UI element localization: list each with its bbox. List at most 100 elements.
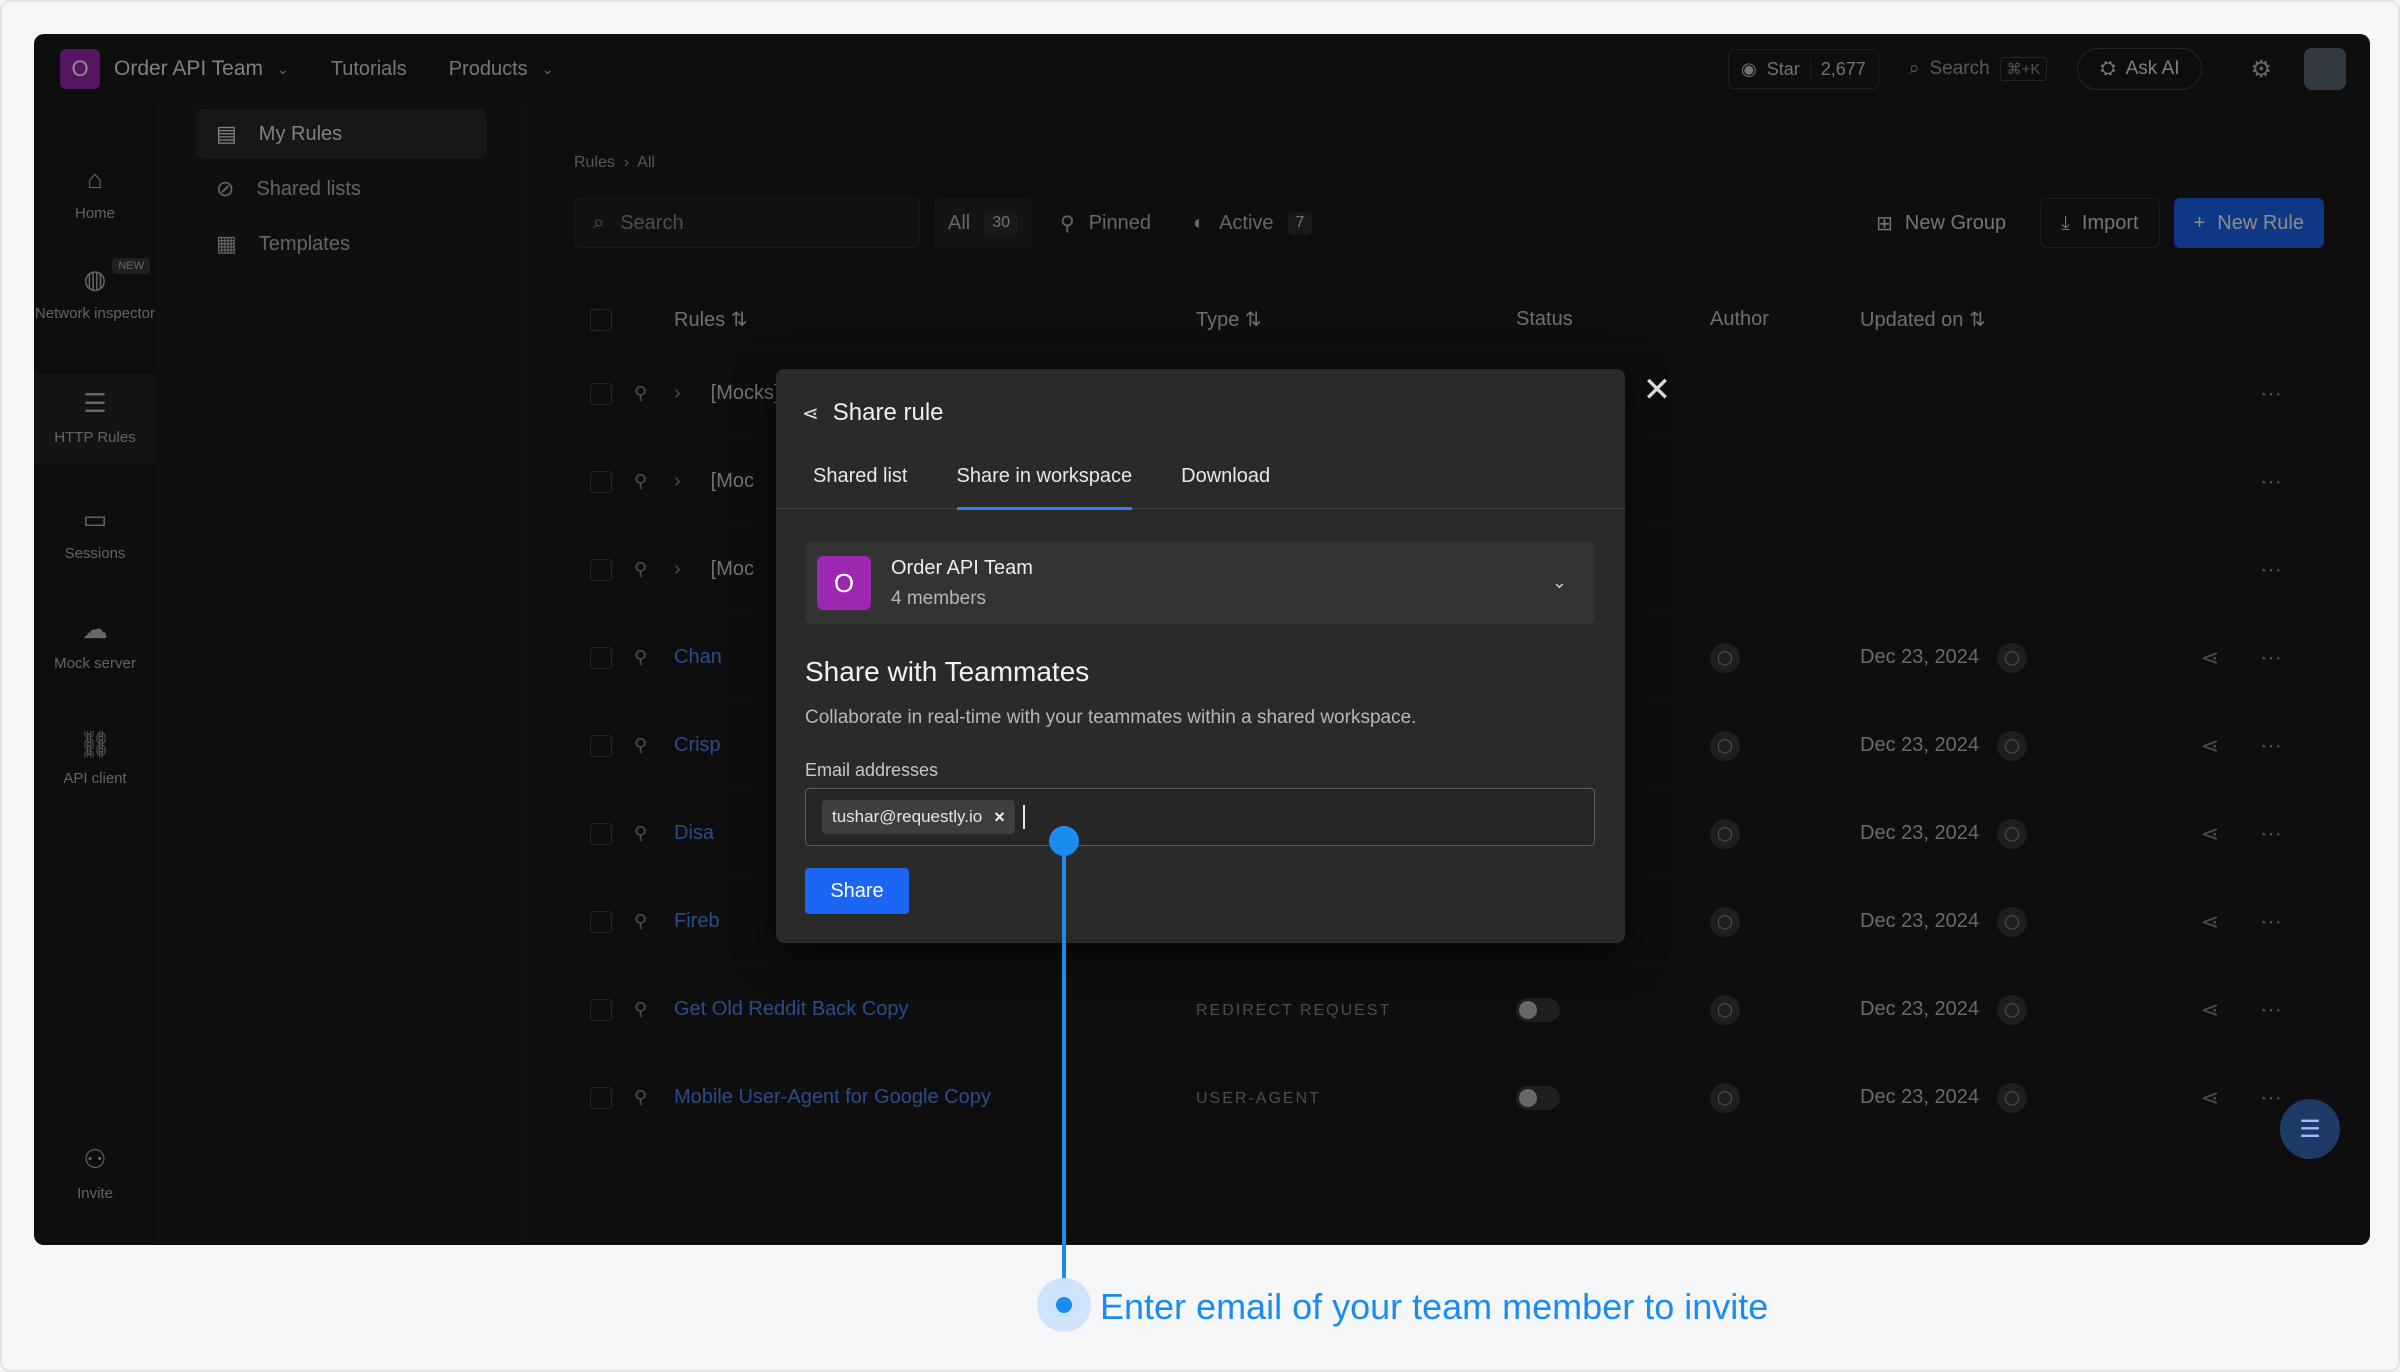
- chevron-down-icon: ⌄: [541, 60, 554, 77]
- row-updated-cell: Dec 23, 2024 ◯: [1860, 1082, 2160, 1113]
- col-rules[interactable]: Rules ⇅: [674, 307, 1196, 332]
- rule-name[interactable]: Disa: [674, 822, 714, 845]
- row-pin-cell: ⚲: [634, 382, 674, 405]
- status-toggle[interactable]: [1516, 1085, 1560, 1110]
- chevron-right-icon[interactable]: ›: [674, 470, 681, 493]
- row-checkbox[interactable]: [590, 646, 612, 669]
- more-icon[interactable]: ⋯: [2260, 469, 2282, 494]
- rule-name[interactable]: Get Old Reddit Back Copy: [674, 998, 909, 1021]
- col-author: Author: [1710, 308, 1860, 331]
- share-icon[interactable]: ⋖: [2201, 733, 2219, 758]
- nav-home[interactable]: ⌂ Home: [34, 164, 156, 234]
- tab-download[interactable]: Download: [1181, 461, 1270, 509]
- pin-icon[interactable]: ⚲: [634, 823, 647, 843]
- more-icon[interactable]: ⋯: [2260, 821, 2282, 846]
- row-updated-cell: Dec 23, 2024 ◯: [1860, 818, 2160, 849]
- nav-home-label: Home: [74, 205, 115, 222]
- workspace-name: Order API Team: [114, 57, 264, 80]
- row-pin-cell: ⚲: [634, 998, 674, 1021]
- chevron-right-icon[interactable]: ›: [674, 382, 681, 405]
- more-icon[interactable]: ⋯: [2260, 733, 2282, 758]
- nav-invite[interactable]: ⚇ Invite: [34, 1144, 156, 1214]
- row-pin-cell: ⚲: [634, 470, 674, 493]
- more-icon[interactable]: ⋯: [2260, 645, 2282, 670]
- nav-http-rules[interactable]: ☰ HTTP Rules: [34, 374, 156, 464]
- more-icon[interactable]: ⋯: [2260, 557, 2282, 582]
- filter-all[interactable]: All 30: [934, 198, 1033, 248]
- row-checkbox[interactable]: [590, 558, 612, 581]
- nav-api-client[interactable]: ⛓ API client: [34, 729, 156, 799]
- share-icon[interactable]: ⋖: [2201, 997, 2219, 1022]
- nav-sessions[interactable]: ▭ Sessions: [34, 504, 156, 574]
- status-toggle[interactable]: [1516, 997, 1560, 1022]
- more-icon[interactable]: ⋯: [2260, 381, 2282, 406]
- share-button[interactable]: Share: [805, 868, 909, 914]
- rules-search-input[interactable]: ⌕ Search: [574, 198, 920, 248]
- sidebar-item-templates[interactable]: ▦ Templates: [196, 219, 486, 269]
- select-all-checkbox[interactable]: [590, 308, 612, 331]
- pin-icon[interactable]: ⚲: [634, 1087, 647, 1107]
- row-checkbox[interactable]: [590, 382, 612, 405]
- row-type-cell: REDIRECT REQUEST: [1196, 998, 1516, 1021]
- more-icon[interactable]: ⋯: [2260, 997, 2282, 1022]
- more-icon[interactable]: ⋯: [2260, 1085, 2282, 1110]
- nav-network-inspector[interactable]: NEW ◍ Network inspector: [34, 258, 156, 364]
- share-icon[interactable]: ⋖: [2201, 1085, 2219, 1110]
- more-icon[interactable]: ⋯: [2260, 909, 2282, 934]
- chat-button[interactable]: ☰: [2280, 1099, 2340, 1159]
- rule-name[interactable]: Chan: [674, 646, 722, 669]
- remove-email-icon[interactable]: ×: [994, 807, 1005, 828]
- pin-icon[interactable]: ⚲: [634, 735, 647, 755]
- rule-name[interactable]: Fireb: [674, 910, 720, 933]
- breadcrumb-rules[interactable]: Rules: [574, 154, 615, 171]
- rule-name[interactable]: [Moc: [711, 558, 754, 581]
- user-avatar[interactable]: [2304, 48, 2346, 90]
- tab-shared-list[interactable]: Shared list: [813, 461, 908, 509]
- share-icon[interactable]: ⋖: [2201, 821, 2219, 846]
- sidebar-item-shared-lists[interactable]: ⊘ Shared lists: [196, 164, 486, 214]
- nav-mock-server[interactable]: ☁ Mock server: [34, 614, 156, 684]
- col-updated[interactable]: Updated on ⇅: [1860, 307, 2160, 332]
- filter-active[interactable]: ◐ Active 7: [1179, 198, 1326, 248]
- email-input[interactable]: tushar@requestly.io ×: [805, 788, 1595, 846]
- chevron-right-icon[interactable]: ›: [674, 558, 681, 581]
- row-checkbox[interactable]: [590, 998, 612, 1021]
- col-type[interactable]: Type ⇅: [1196, 307, 1516, 332]
- workspace-select[interactable]: O Order API Team 4 members ⌄: [805, 542, 1595, 624]
- global-search[interactable]: ⌕ Search ⌘+K: [1897, 49, 2060, 89]
- row-checkbox[interactable]: [590, 910, 612, 933]
- row-checkbox[interactable]: [590, 734, 612, 757]
- pin-icon[interactable]: ⚲: [634, 647, 647, 667]
- workspace-switcher[interactable]: O Order API Team ⌄: [60, 49, 289, 89]
- row-checkbox[interactable]: [590, 470, 612, 493]
- gear-icon[interactable]: ⚙: [2250, 55, 2272, 84]
- github-star-button[interactable]: ◉ Star 2,677: [1728, 49, 1879, 89]
- pin-icon[interactable]: ⚲: [634, 999, 647, 1019]
- pin-icon[interactable]: ⚲: [634, 471, 647, 491]
- rule-name[interactable]: Mobile User-Agent for Google Copy: [674, 1086, 991, 1109]
- ask-ai-label: Ask AI: [2125, 58, 2180, 79]
- share-icon[interactable]: ⋖: [2201, 909, 2219, 934]
- tab-share-in-workspace[interactable]: Share in workspace: [956, 461, 1132, 510]
- row-checkbox[interactable]: [590, 822, 612, 845]
- row-checkbox[interactable]: [590, 1086, 612, 1109]
- nav-products[interactable]: Products ⌄: [449, 58, 554, 81]
- pin-icon[interactable]: ⚲: [634, 559, 647, 579]
- rule-name[interactable]: Crisp: [674, 734, 721, 757]
- ask-ai-button[interactable]: ⛭ Ask AI: [2077, 48, 2203, 90]
- import-button[interactable]: ⤓ Import: [2040, 198, 2160, 248]
- table-row[interactable]: ⚲ Mobile User-Agent for Google Copy USER-A…: [574, 1054, 2324, 1142]
- close-icon[interactable]: ✕: [1642, 373, 1672, 407]
- filter-pinned[interactable]: ⚲ Pinned: [1046, 198, 1165, 248]
- new-rule-button[interactable]: + New Rule: [2173, 198, 2324, 248]
- table-row[interactable]: ⚲ Get Old Reddit Back Copy REDIRECT REQUES…: [574, 966, 2324, 1054]
- share-icon[interactable]: ⋖: [2201, 645, 2219, 670]
- sidebar-item-my-rules[interactable]: ▤ My Rules: [196, 109, 486, 159]
- share-icon: ⋖: [802, 402, 819, 425]
- new-group-button[interactable]: ⊞ New Group: [1856, 198, 2026, 248]
- nav-tutorials[interactable]: Tutorials: [331, 58, 407, 81]
- row-more-cell: ⋯: [2260, 645, 2300, 671]
- pin-icon[interactable]: ⚲: [634, 911, 647, 931]
- rule-name[interactable]: [Moc: [711, 470, 754, 493]
- pin-icon[interactable]: ⚲: [634, 383, 647, 403]
